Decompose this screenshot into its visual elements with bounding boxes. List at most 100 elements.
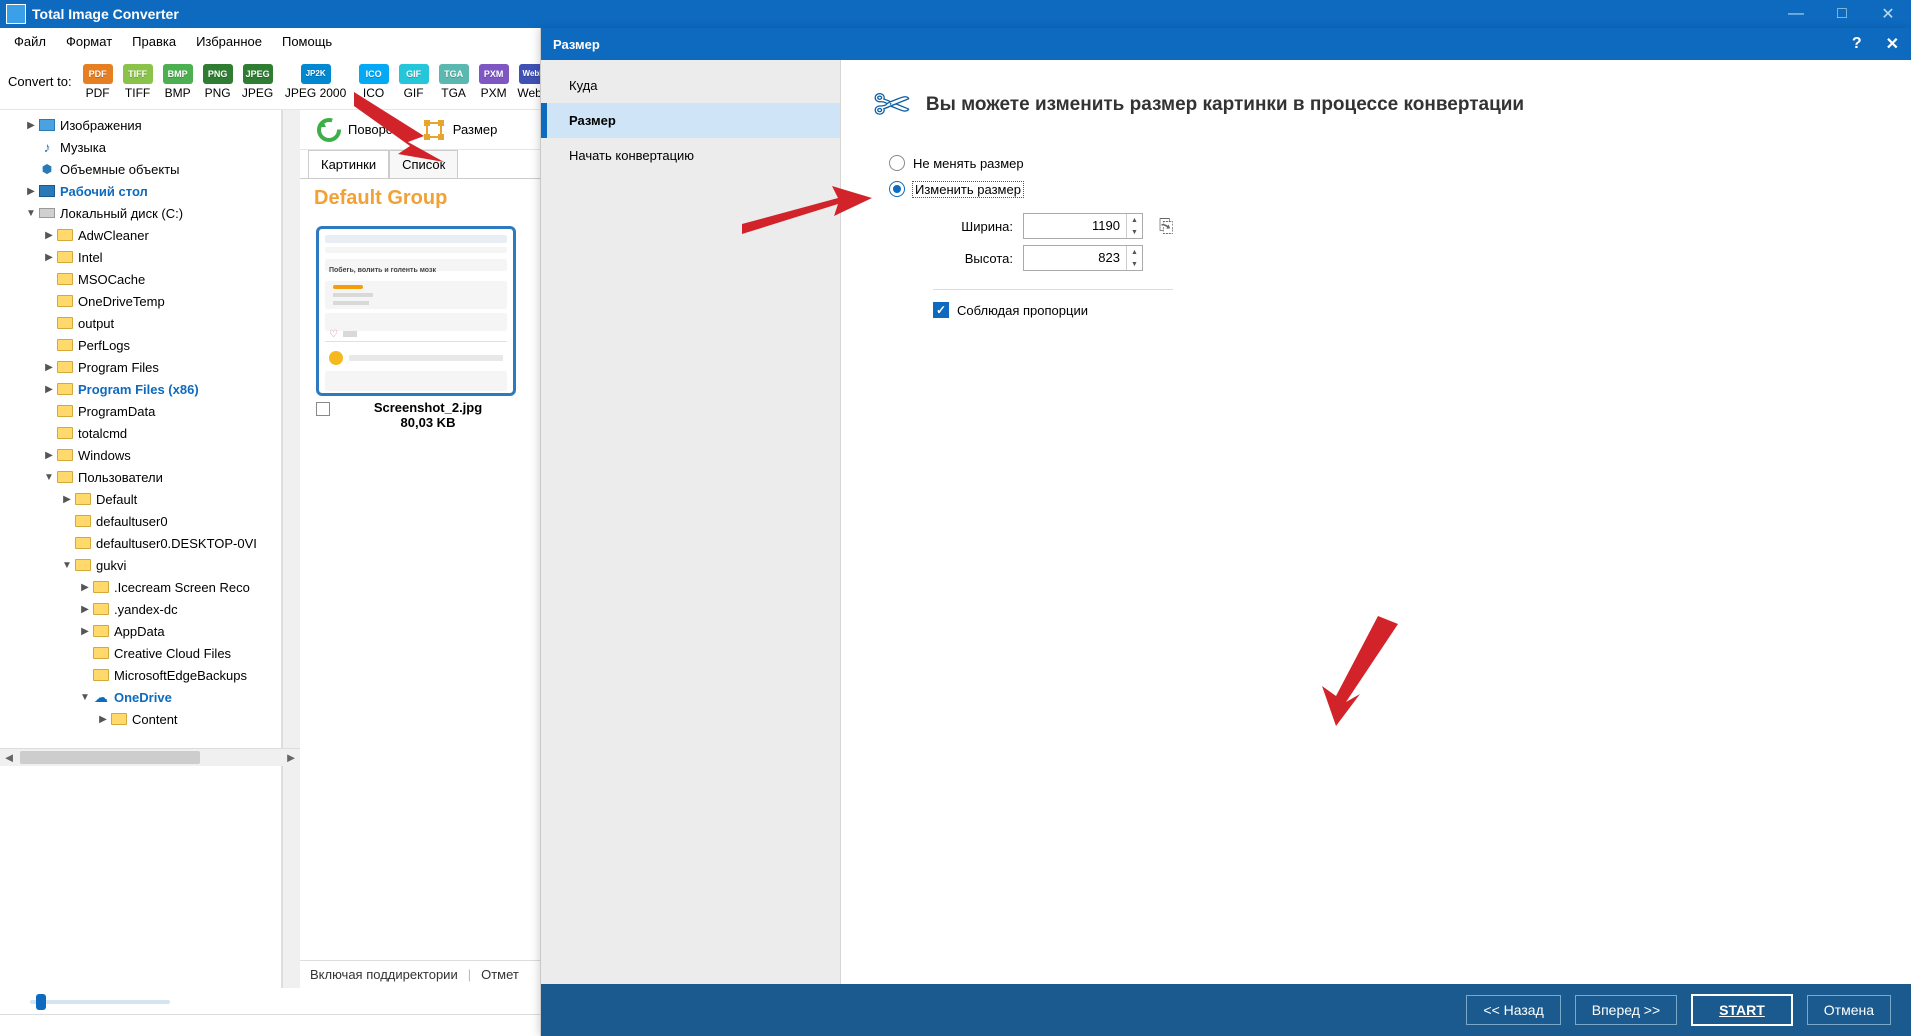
height-spin-up[interactable]: ▲ — [1127, 246, 1142, 258]
format-pdf[interactable]: PDFPDF — [80, 64, 116, 100]
tree-node[interactable]: ▶MicrosoftEdgeBackups — [0, 664, 281, 686]
expand-icon[interactable]: ▶ — [42, 250, 56, 264]
dialog-help-button[interactable]: ? — [1852, 35, 1862, 53]
onedrive-icon: ☁ — [92, 689, 110, 705]
expand-icon[interactable]: ▶ — [78, 602, 92, 616]
height-input[interactable]: 823 ▲▼ — [1023, 245, 1143, 271]
tree-node[interactable]: ▶AppData — [0, 620, 281, 642]
collapse-icon[interactable]: ▼ — [42, 470, 56, 484]
tab-pictures[interactable]: Картинки — [308, 150, 389, 178]
collapse-icon[interactable]: ▼ — [60, 558, 74, 572]
tree-node[interactable]: ▶totalcmd — [0, 422, 281, 444]
tree-node[interactable]: ▶.Icecream Screen Reco — [0, 576, 281, 598]
back-button[interactable]: << Назад — [1466, 995, 1560, 1025]
tree-node[interactable]: ▶Creative Cloud Files — [0, 642, 281, 664]
minimize-button[interactable]: — — [1773, 0, 1819, 28]
width-spin-up[interactable]: ▲ — [1127, 214, 1142, 226]
zoom-slider[interactable] — [30, 1000, 170, 1004]
resize-label: Размер — [453, 122, 498, 137]
tree-node[interactable]: ▶Content — [0, 708, 281, 730]
start-button[interactable]: START — [1691, 994, 1793, 1026]
radio-keep-size[interactable]: Не менять размер — [889, 155, 1879, 171]
width-input[interactable]: 1190 ▲▼ — [1023, 213, 1143, 239]
pic-icon — [38, 117, 56, 133]
thumbnail-checkbox[interactable] — [316, 402, 330, 416]
menu-формат[interactable]: Формат — [56, 31, 122, 52]
expand-icon[interactable]: ▶ — [42, 382, 56, 396]
tree-node[interactable]: ▼gukvi — [0, 554, 281, 576]
format-gif[interactable]: GIFGIF — [396, 64, 432, 100]
tree-scrollbar-horizontal[interactable]: ◄► — [0, 748, 300, 766]
format-jpeg[interactable]: JPEGJPEG — [240, 64, 276, 100]
menu-избранное[interactable]: Избранное — [186, 31, 272, 52]
keep-proportions-label: Соблюдая пропорции — [957, 303, 1088, 318]
format-tga[interactable]: TGATGA — [436, 64, 472, 100]
thumbnail[interactable]: Побегь, волить и голенть мозк ♡ Screensh… — [316, 226, 516, 430]
expand-icon[interactable]: ▶ — [42, 448, 56, 462]
expand-icon[interactable]: ▶ — [42, 228, 56, 242]
expand-icon[interactable]: ▶ — [96, 712, 110, 726]
expand-icon[interactable]: ▶ — [60, 492, 74, 506]
titlebar: Total Image Converter — □ ✕ — [0, 0, 1911, 28]
expand-icon[interactable]: ▶ — [78, 580, 92, 594]
status-mark[interactable]: Отмет — [481, 967, 519, 982]
status-subdirs[interactable]: Включая поддиректории — [310, 967, 458, 982]
tree-node[interactable]: ▶AdwCleaner — [0, 224, 281, 246]
tree-node[interactable]: ▶OneDriveTemp — [0, 290, 281, 312]
tree-node[interactable]: ▶output — [0, 312, 281, 334]
tree-node[interactable]: ▶Рабочий стол — [0, 180, 281, 202]
tree-node[interactable]: ▶♪Музыка — [0, 136, 281, 158]
format-jp2[interactable]: JP2KJPEG 2000 — [280, 64, 352, 100]
tree-node[interactable]: ▶defaultuser0.DESKTOP-0VI — [0, 532, 281, 554]
next-button[interactable]: Вперед >> — [1575, 995, 1677, 1025]
cancel-button[interactable]: Отмена — [1807, 995, 1891, 1025]
tree-node[interactable]: ▶ProgramData — [0, 400, 281, 422]
tree-node[interactable]: ▶Intel — [0, 246, 281, 268]
height-spin-down[interactable]: ▼ — [1127, 258, 1142, 270]
tree-node[interactable]: ▶Default — [0, 488, 281, 510]
tree-node[interactable]: ▶Изображения — [0, 114, 281, 136]
thumbnail-image[interactable]: Побегь, волить и голенть мозк ♡ — [316, 226, 516, 396]
tree-node[interactable]: ▼Локальный диск (C:) — [0, 202, 281, 224]
format-bmp[interactable]: BMPBMP — [160, 64, 196, 100]
expand-icon[interactable]: ▶ — [42, 360, 56, 374]
dialog-close-button[interactable]: ✕ — [1886, 34, 1899, 54]
menu-файл[interactable]: Файл — [4, 31, 56, 52]
format-ico[interactable]: ICOICO — [356, 64, 392, 100]
collapse-icon[interactable]: ▼ — [24, 206, 38, 220]
collapse-icon[interactable]: ▼ — [78, 690, 92, 704]
expand-icon[interactable]: ▶ — [24, 118, 38, 132]
tree-node[interactable]: ▶⬢Объемные объекты — [0, 158, 281, 180]
folder-tree[interactable]: ▶Изображения▶♪Музыка▶⬢Объемные объекты▶Р… — [0, 110, 282, 988]
tree-node[interactable]: ▶MSOCache — [0, 268, 281, 290]
tab-list[interactable]: Список — [389, 150, 458, 178]
expand-icon[interactable]: ▶ — [24, 184, 38, 198]
format-pxm[interactable]: PXMPXM — [476, 64, 512, 100]
menu-правка[interactable]: Правка — [122, 31, 186, 52]
tree-node[interactable]: ▶Program Files — [0, 356, 281, 378]
format-tiff[interactable]: TIFFTIFF — [120, 64, 156, 100]
rotate-button[interactable]: Поворот — [308, 113, 407, 147]
wizard-step-1[interactable]: Размер — [541, 103, 840, 138]
wizard-step-2[interactable]: Начать конвертацию — [541, 138, 840, 173]
tree-node[interactable]: ▶Windows — [0, 444, 281, 466]
tree-node[interactable]: ▶PerfLogs — [0, 334, 281, 356]
tree-node[interactable]: ▶Program Files (x86) — [0, 378, 281, 400]
radio-change-size[interactable]: Изменить размер — [889, 181, 1879, 197]
keep-proportions-checkbox[interactable]: ✓ Соблюдая пропорции — [933, 302, 1879, 318]
close-button[interactable]: ✕ — [1865, 0, 1911, 28]
format-png[interactable]: PNGPNG — [200, 64, 236, 100]
tree-node[interactable]: ▼☁OneDrive — [0, 686, 281, 708]
expand-icon[interactable]: ▶ — [78, 624, 92, 638]
width-spin-down[interactable]: ▼ — [1127, 226, 1142, 238]
maximize-button[interactable]: □ — [1819, 0, 1865, 28]
tree-node[interactable]: ▶.yandex-dc — [0, 598, 281, 620]
link-icon[interactable]: ⎘ — [1159, 213, 1173, 239]
wizard-step-0[interactable]: Куда — [541, 68, 840, 103]
tree-scrollbar-vertical[interactable] — [282, 110, 300, 988]
tree-node-label: Объемные объекты — [60, 162, 180, 177]
tree-node[interactable]: ▶defaultuser0 — [0, 510, 281, 532]
tree-node[interactable]: ▼Пользователи — [0, 466, 281, 488]
resize-button[interactable]: Размер — [413, 113, 506, 147]
menu-помощь[interactable]: Помощь — [272, 31, 342, 52]
